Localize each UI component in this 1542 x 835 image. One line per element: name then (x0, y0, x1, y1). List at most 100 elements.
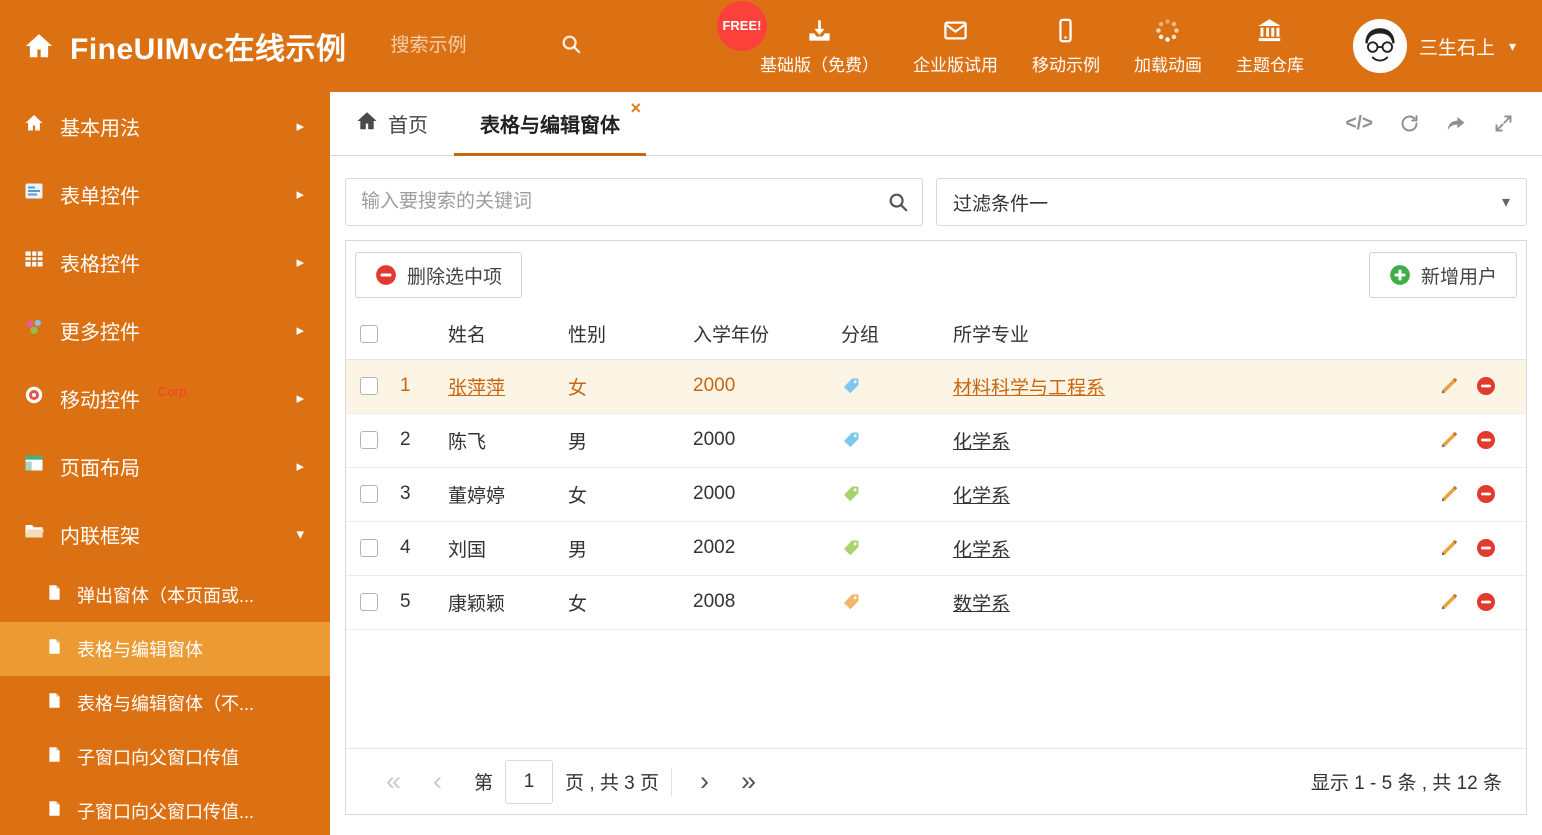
users-table: 姓名 性别 入学年份 分组 所学专业 1 张萍萍 女 2000 材料科学与工程系… (346, 309, 1526, 630)
page-total-label: 页 , 共 3 页 (565, 773, 660, 794)
search-icon[interactable] (887, 191, 909, 218)
table-row[interactable]: 4 刘国 男 2002 化学系 (346, 521, 1526, 576)
prev-page-button[interactable]: ‹ (417, 768, 458, 795)
sidebar-item-inline-frame[interactable]: 内联框架 ▾ (0, 500, 330, 568)
edit-icon[interactable] (1439, 430, 1459, 450)
page-number-input[interactable] (505, 759, 554, 804)
nav-item-label: 主题仓库 (1235, 55, 1304, 75)
tab-label: 首页 (388, 115, 428, 137)
table-row[interactable]: 3 董婷婷 女 2000 化学系 (346, 467, 1526, 522)
sidebar-subitem-child-to-parent-alt[interactable]: 子窗口向父窗口传值... (0, 784, 330, 835)
sidebar-item-label: 表单控件 (60, 185, 140, 208)
arrow-right-icon: ▸ (296, 186, 304, 203)
first-page-button[interactable]: « (370, 768, 417, 795)
user-name: 三生石上 (1418, 37, 1495, 59)
close-icon[interactable]: × (630, 99, 641, 117)
nav-theme-repo[interactable]: 主题仓库 (1219, 17, 1321, 76)
tab-grid-edit-window[interactable]: 表格与编辑窗体 × (454, 92, 646, 156)
sidebar-subitem-child-to-parent[interactable]: 子窗口向父窗口传值 (0, 730, 330, 784)
sidebar-item-mobile-controls[interactable]: 移动控件 Corp. ▸ (0, 364, 330, 432)
folder-icon (24, 521, 44, 547)
delete-row-icon[interactable] (1476, 376, 1496, 396)
tag-icon (844, 432, 859, 448)
nav-enterprise-trial[interactable]: 企业版试用 (896, 17, 1015, 76)
app-header: FineUIMvc在线示例 FREE! 基础版（免费） 企业版试用 (0, 0, 1542, 92)
home-icon (24, 113, 44, 139)
delete-row-icon[interactable] (1476, 538, 1496, 558)
row-checkbox[interactable] (360, 592, 378, 611)
tab-home[interactable]: 首页 (330, 92, 454, 155)
layout-icon (24, 453, 44, 479)
brand[interactable]: FineUIMvc在线示例 (0, 24, 347, 68)
search-icon[interactable] (560, 33, 582, 60)
sidebar-item-label: 更多控件 (60, 321, 140, 344)
delete-selected-button[interactable]: 删除选中项 (355, 252, 523, 298)
delete-row-icon[interactable] (1476, 430, 1496, 450)
last-page-button[interactable]: » (725, 768, 772, 795)
filter-dropdown-value: 过滤条件一 (953, 193, 1049, 215)
year-cell: 2008 (693, 575, 841, 630)
arrow-right-icon: ▸ (296, 254, 304, 271)
filter-dropdown[interactable]: 过滤条件一 ▾ (936, 178, 1527, 226)
edit-icon[interactable] (1439, 376, 1459, 396)
refresh-icon[interactable] (1399, 113, 1420, 134)
nav-item-label: 企业版试用 (912, 55, 998, 75)
sidebar-item-table-controls[interactable]: 表格控件 ▸ (0, 228, 330, 296)
sidebar: 基本用法 ▸ 表单控件 ▸ 表格控件 ▸ 更多控件 ▸ 移动控件 Corp. ▸… (0, 92, 330, 835)
header-search-input[interactable] (388, 34, 554, 58)
name-link[interactable]: 张萍萍 (448, 378, 505, 399)
spinner-icon (1154, 17, 1181, 44)
table-row[interactable]: 5 康颖颖 女 2008 数学系 (346, 575, 1526, 630)
major-link[interactable]: 数学系 (953, 594, 1010, 615)
tab-label: 表格与编辑窗体 (480, 115, 620, 137)
table-row[interactable]: 1 张萍萍 女 2000 材料科学与工程系 (346, 359, 1526, 414)
major-link[interactable]: 化学系 (953, 486, 1010, 507)
home-icon (24, 31, 54, 61)
sidebar-subitem-grid-edit-window-alt[interactable]: 表格与编辑窗体（不... (0, 676, 330, 730)
keyword-search-input[interactable] (345, 178, 923, 226)
row-index: 1 (400, 359, 448, 414)
open-in-new-icon[interactable] (1446, 113, 1467, 134)
pagination-bar: « ‹ 第 页 , 共 3 页 › » 显示 1 - 5 条 , 共 12 条 (346, 748, 1526, 814)
mobile-icon (1052, 17, 1079, 44)
row-checkbox[interactable] (360, 484, 378, 503)
source-code-icon[interactable]: </> (1346, 113, 1373, 135)
delete-row-icon[interactable] (1476, 592, 1496, 612)
row-checkbox[interactable] (360, 376, 378, 395)
nav-loading-animation[interactable]: 加载动画 (1117, 17, 1219, 76)
major-link[interactable]: 材料科学与工程系 (953, 378, 1105, 399)
widgets-icon (24, 317, 44, 343)
major-link[interactable]: 化学系 (953, 432, 1010, 453)
sidebar-item-basic-usage[interactable]: 基本用法 ▸ (0, 92, 330, 160)
gender-cell: 男 (568, 413, 693, 468)
sidebar-item-form-controls[interactable]: 表单控件 ▸ (0, 160, 330, 228)
envelope-icon (942, 17, 969, 44)
next-page-button[interactable]: › (684, 768, 725, 795)
file-icon (46, 746, 63, 768)
nav-mobile-demo[interactable]: 移动示例 (1015, 17, 1117, 76)
add-user-button[interactable]: 新增用户 (1368, 252, 1517, 298)
table-icon (24, 249, 44, 275)
user-menu[interactable]: 三生石上 ▾ (1321, 19, 1542, 73)
sidebar-subitem-grid-edit-window[interactable]: 表格与编辑窗体 (0, 622, 330, 676)
form-icon (24, 181, 44, 207)
edit-icon[interactable] (1439, 592, 1459, 612)
edit-icon[interactable] (1439, 484, 1459, 504)
row-checkbox[interactable] (360, 430, 378, 449)
sidebar-item-more-controls[interactable]: 更多控件 ▸ (0, 296, 330, 364)
select-all-checkbox[interactable] (360, 324, 378, 343)
corp-badge: Corp. (158, 383, 190, 399)
major-link[interactable]: 化学系 (953, 540, 1010, 561)
sidebar-item-page-layout[interactable]: 页面布局 ▸ (0, 432, 330, 500)
sidebar-subitem-popup-window[interactable]: 弹出窗体（本页面或... (0, 568, 330, 622)
row-checkbox[interactable] (360, 538, 378, 557)
gender-cell: 女 (568, 467, 693, 522)
keyword-search (345, 178, 923, 226)
delete-row-icon[interactable] (1476, 484, 1496, 504)
free-badge: FREE! (716, 0, 767, 51)
table-row[interactable]: 2 陈飞 男 2000 化学系 (346, 413, 1526, 468)
nav-basic-free[interactable]: FREE! 基础版（免费） (716, 0, 896, 76)
fullscreen-icon[interactable] (1493, 113, 1514, 134)
column-header-major: 所学专业 (953, 309, 1406, 360)
edit-icon[interactable] (1439, 538, 1459, 558)
